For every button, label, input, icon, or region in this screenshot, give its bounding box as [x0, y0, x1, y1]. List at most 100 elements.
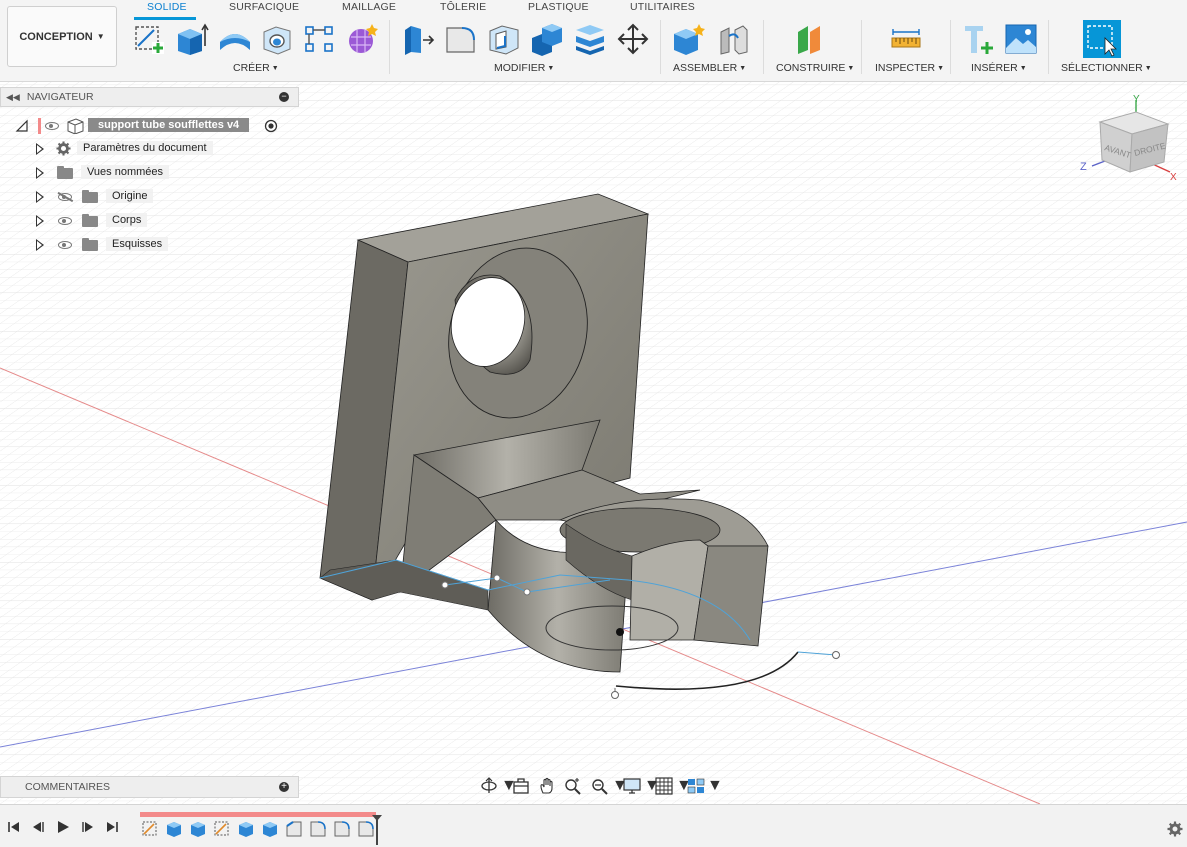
tab-tolerie[interactable]: TÔLERIE: [440, 1, 486, 13]
visibility-eye-icon[interactable]: [45, 122, 59, 130]
look-at-button[interactable]: [512, 777, 530, 795]
orbit-button[interactable]: [480, 777, 498, 795]
press-pull-button[interactable]: [401, 22, 435, 56]
step-forward-button[interactable]: [80, 819, 96, 835]
inspect-menu[interactable]: INSPECTER ▼: [875, 62, 944, 74]
collapse-left-icon[interactable]: ◀◀: [6, 92, 20, 103]
grid-settings-button[interactable]: [655, 777, 673, 795]
navigator-item-origin[interactable]: Origine: [0, 187, 240, 207]
minimize-icon[interactable]: −: [279, 92, 289, 102]
timeline-feature-fillet[interactable]: [333, 820, 351, 838]
visibility-eye-icon[interactable]: [58, 241, 72, 249]
viewcube[interactable]: Y Z X AVANT DROITE: [1078, 92, 1182, 188]
navigator-root-node[interactable]: support tube soufflettes v4: [0, 116, 299, 136]
assemble-label: ASSEMBLER: [673, 62, 738, 74]
comments-panel[interactable]: COMMENTAIRES +: [0, 776, 299, 798]
timeline-feature-sketch[interactable]: [141, 820, 159, 838]
zoom-button[interactable]: [564, 777, 582, 795]
visibility-eye-icon[interactable]: [58, 217, 72, 225]
insert-derive-button[interactable]: [962, 22, 996, 56]
split-body-button[interactable]: [573, 22, 607, 56]
select-button[interactable]: [1083, 20, 1121, 58]
axis-z-label: Z: [1080, 161, 1087, 173]
navigator-item-document-settings[interactable]: Paramètres du document: [0, 139, 240, 159]
extrude-icon: [178, 23, 209, 55]
sketch-icon: [214, 821, 229, 836]
navigator-item-sketches[interactable]: Esquisses: [0, 235, 240, 255]
create-menu[interactable]: CRÉER ▼: [233, 62, 279, 74]
assemble-menu[interactable]: ASSEMBLER ▼: [673, 62, 746, 74]
add-comment-icon[interactable]: +: [279, 782, 289, 792]
activate-radio-icon[interactable]: [264, 119, 278, 133]
fillet-icon: [310, 821, 326, 837]
inspect-label: INSPECTER: [875, 62, 936, 74]
pattern-button[interactable]: [302, 22, 336, 56]
tab-maillage[interactable]: MAILLAGE: [342, 1, 396, 13]
form-button[interactable]: [345, 22, 379, 56]
tab-solide[interactable]: SOLIDE: [147, 1, 187, 13]
tab-plastique[interactable]: PLASTIQUE: [528, 1, 589, 13]
create-sketch-button[interactable]: [132, 22, 166, 56]
fillet-button[interactable]: [444, 22, 478, 56]
expand-right-icon[interactable]: [36, 239, 44, 251]
timeline-feature-extrude[interactable]: [189, 820, 207, 838]
expand-down-icon[interactable]: [15, 119, 29, 133]
viewports-icon: [687, 778, 705, 794]
timeline: [0, 804, 1187, 847]
insert-menu[interactable]: INSÉRER ▼: [971, 62, 1027, 74]
timeline-feature-extrude[interactable]: [165, 820, 183, 838]
pan-button[interactable]: [538, 777, 556, 795]
tab-surfacique[interactable]: SURFACIQUE: [229, 1, 299, 13]
display-settings-button[interactable]: [623, 777, 641, 795]
split-body-icon: [576, 25, 604, 55]
offset-plane-icon: [798, 26, 820, 54]
visibility-hidden-icon[interactable]: [58, 193, 72, 201]
measure-icon: [891, 29, 921, 48]
viewports-button[interactable]: [687, 777, 705, 795]
insert-image-button[interactable]: [1004, 22, 1038, 56]
step-back-icon: [33, 822, 44, 832]
navigator-header[interactable]: ◀◀ NAVIGATEUR −: [0, 87, 299, 107]
expand-right-icon[interactable]: [36, 215, 44, 227]
timeline-feature-chamfer[interactable]: [285, 820, 303, 838]
select-icon: [1083, 20, 1121, 58]
timeline-feature-sketch[interactable]: [213, 820, 231, 838]
expand-right-icon[interactable]: [36, 143, 44, 155]
navigation-bar: ▼ ▼ ▼ ▼ ▼: [478, 775, 723, 797]
workspace-switcher[interactable]: CONCEPTION ▼: [7, 6, 117, 67]
navigator-item-bodies[interactable]: Corps: [0, 211, 240, 231]
viewports-dropdown-icon[interactable]: ▼: [707, 777, 723, 795]
select-menu[interactable]: SÉLECTIONNER ▼: [1061, 62, 1152, 74]
joint-button[interactable]: [716, 22, 750, 56]
select-label: SÉLECTIONNER: [1061, 62, 1143, 74]
step-back-button[interactable]: [30, 819, 46, 835]
hole-button[interactable]: [260, 22, 294, 56]
go-to-start-button[interactable]: [6, 819, 22, 835]
expand-right-icon[interactable]: [36, 167, 44, 179]
tab-utilitaires[interactable]: UTILITAIRES: [630, 1, 695, 13]
modify-menu[interactable]: MODIFIER ▼: [494, 62, 554, 74]
extrude-button[interactable]: [175, 22, 209, 56]
offset-plane-button[interactable]: [794, 22, 828, 56]
timeline-feature-extrude[interactable]: [261, 820, 279, 838]
go-to-end-button[interactable]: [104, 819, 120, 835]
root-component-label[interactable]: support tube soufflettes v4: [88, 118, 250, 132]
workspace-label: CONCEPTION: [19, 30, 93, 43]
new-component-button[interactable]: [672, 22, 706, 56]
expand-right-icon[interactable]: [36, 191, 44, 203]
navigator-item-named-views[interactable]: Vues nommées: [0, 163, 240, 183]
shell-button[interactable]: [487, 22, 521, 56]
timeline-marker-handle[interactable]: [371, 814, 383, 846]
timeline-settings-gear-icon[interactable]: [1167, 821, 1183, 837]
construct-menu[interactable]: CONSTRUIRE ▼: [776, 62, 854, 74]
sketch-icon: [135, 26, 164, 54]
fit-button[interactable]: [591, 777, 609, 795]
timeline-feature-extrude[interactable]: [237, 820, 255, 838]
hole-icon: [263, 26, 291, 55]
timeline-feature-fillet[interactable]: [309, 820, 327, 838]
revolve-button[interactable]: [218, 22, 252, 56]
combine-button[interactable]: [530, 22, 564, 56]
play-button[interactable]: [55, 819, 71, 835]
move-copy-button[interactable]: [616, 22, 650, 56]
measure-button[interactable]: [889, 22, 923, 56]
